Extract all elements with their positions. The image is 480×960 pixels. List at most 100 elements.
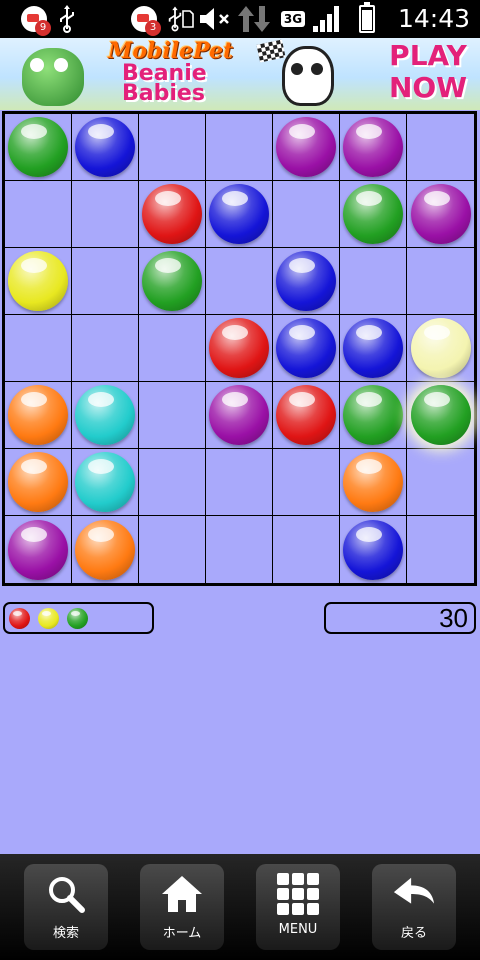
blue-ball[interactable] [343,519,403,580]
board-cell[interactable] [273,315,340,382]
board-cell[interactable] [139,382,206,449]
board-cell[interactable] [206,181,273,248]
board-cell[interactable] [139,516,206,583]
board-cell[interactable] [5,248,72,315]
green-ball[interactable] [410,385,471,445]
board-cell[interactable] [273,114,340,181]
pale-yellow-ball[interactable] [410,318,471,378]
board-cell[interactable] [72,114,139,181]
home-button[interactable]: ホーム [140,864,224,950]
board-cell[interactable] [5,516,72,583]
next-red-ball [9,607,30,629]
orange-ball[interactable] [8,385,68,445]
board-cell[interactable] [407,181,474,248]
board-cell[interactable] [72,248,139,315]
board-cell[interactable] [407,382,474,449]
board-cell[interactable] [72,449,139,516]
board-cell[interactable] [340,516,407,583]
board-cell[interactable] [206,114,273,181]
menu-button[interactable]: MENU [256,864,340,950]
purple-ball[interactable] [343,117,403,177]
board-cell[interactable] [72,315,139,382]
board-cell[interactable] [273,382,340,449]
purple-ball[interactable] [276,117,336,177]
board-cell[interactable] [273,181,340,248]
board-cell[interactable] [5,315,72,382]
board-cell[interactable] [139,114,206,181]
purple-ball[interactable] [8,519,68,580]
board-cell[interactable] [206,516,273,583]
board-cell[interactable] [206,449,273,516]
ad-banner[interactable]: MobilePet Beanie Babies PLAY NOW [0,38,480,110]
sd-card-icon [180,0,196,38]
board-cell[interactable] [206,382,273,449]
red-ball[interactable] [209,318,269,378]
green-ball[interactable] [8,117,68,177]
red-ball[interactable] [276,385,336,445]
panda-mascot-image [282,46,334,106]
blue-ball[interactable] [75,117,135,177]
board-cell[interactable] [340,382,407,449]
ad-cta-button[interactable]: PLAY NOW [382,40,474,104]
back-arrow-icon [392,872,436,916]
search-button[interactable]: 検索 [24,864,108,950]
board-cell[interactable] [72,382,139,449]
purple-ball[interactable] [209,385,269,445]
yellow-ball[interactable] [8,251,68,311]
network-type-label: 3G [280,11,306,27]
next-balls-panel [3,602,154,634]
orange-ball[interactable] [75,519,135,580]
green-ball[interactable] [142,251,202,311]
orange-ball[interactable] [8,452,68,512]
board-cell[interactable] [407,114,474,181]
board-cell[interactable] [407,449,474,516]
orange-ball[interactable] [343,452,403,512]
blue-ball[interactable] [276,318,336,378]
blue-ball[interactable] [343,318,403,378]
notification-count: 9 [35,20,51,36]
board-cell[interactable] [139,181,206,248]
notification-app-icon: 9 [16,0,52,38]
checkered-flag-icon [256,39,286,63]
ad-title: Beanie Babies [122,61,207,106]
blue-ball[interactable] [209,184,269,244]
next-green-ball [67,607,88,629]
board-cell[interactable] [72,181,139,248]
green-ball[interactable] [343,385,403,445]
board-cell[interactable] [72,516,139,583]
cyan-ball[interactable] [75,385,135,445]
board-cell[interactable] [340,114,407,181]
home-icon [160,872,204,916]
board-cell[interactable] [340,449,407,516]
board-cell[interactable] [206,315,273,382]
board-cell[interactable] [340,315,407,382]
menu-grid-icon [276,872,320,916]
data-transfer-icon [236,0,272,38]
board-cell[interactable] [5,181,72,248]
red-ball[interactable] [142,184,202,244]
board-cell[interactable] [273,516,340,583]
score-display: 30 [324,602,476,634]
board-cell[interactable] [139,449,206,516]
board-cell[interactable] [407,315,474,382]
board-cell[interactable] [139,315,206,382]
board-cell[interactable] [273,449,340,516]
board-cell[interactable] [139,248,206,315]
board-cell[interactable] [5,449,72,516]
cyan-ball[interactable] [75,452,135,512]
blue-ball[interactable] [276,251,336,311]
green-ball[interactable] [343,184,403,244]
board-cell[interactable] [273,248,340,315]
board-cell[interactable] [340,248,407,315]
back-button[interactable]: 戻る [372,864,456,950]
menu-button-label: MENU [278,922,318,937]
notification-app-icon: 3 [126,0,162,38]
purple-ball[interactable] [410,184,471,244]
status-bar: 9 3 3G 14:43 [0,0,480,38]
board-cell[interactable] [5,114,72,181]
board-cell[interactable] [407,516,474,583]
board-cell[interactable] [5,382,72,449]
board-cell[interactable] [407,248,474,315]
board-cell[interactable] [340,181,407,248]
board-cell[interactable] [206,248,273,315]
